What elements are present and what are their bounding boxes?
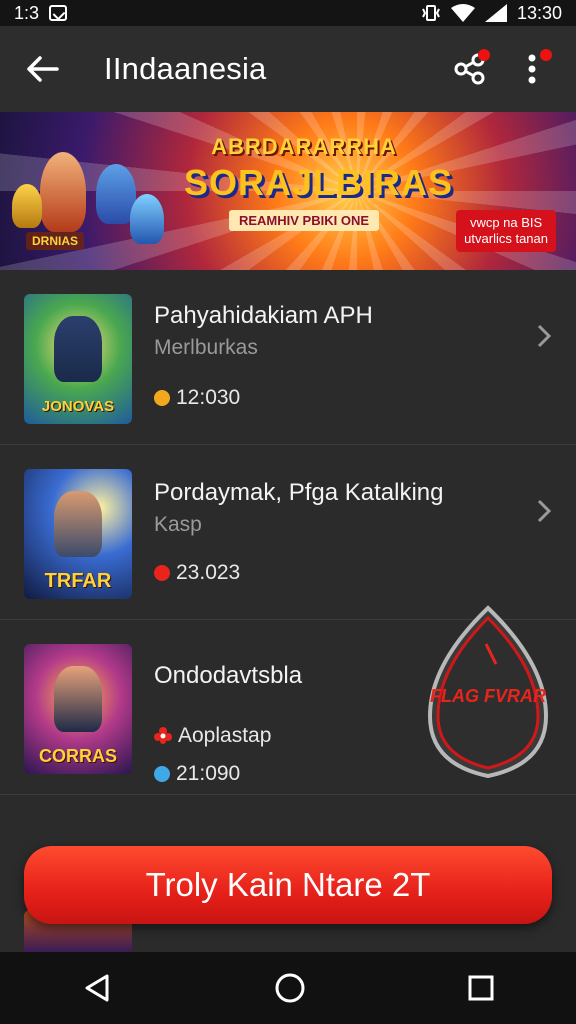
nav-back-icon[interactable]: [81, 972, 113, 1004]
status-bar: 1:3 13:30: [0, 0, 576, 26]
wifi-icon: [450, 4, 475, 22]
more-badge: [540, 49, 552, 61]
app-bar: IIndaanesia: [0, 26, 576, 112]
status-right: 13:30: [421, 3, 562, 24]
back-arrow-icon: [27, 56, 59, 82]
share-badge: [478, 49, 490, 61]
banner-line2: SORAJLBIRAS: [184, 162, 454, 203]
thumbnail-character: [54, 491, 102, 557]
list-item-meta-value: 21:090: [176, 762, 241, 785]
character-figure: [12, 184, 42, 228]
thumbnail-label: CORRAS: [38, 746, 117, 766]
banner-stamp: DRNIAS: [26, 232, 85, 250]
character-figure: [130, 194, 164, 244]
list-item-subtitle: Aoplastap: [178, 724, 272, 747]
system-nav-bar: [0, 952, 576, 1024]
chevron-right-icon: [537, 499, 552, 523]
vibrate-icon: [422, 5, 440, 21]
list-item-title: Pahyahidakiam APH: [154, 302, 373, 329]
banner-tag-line1: vwcp na BIS: [469, 215, 543, 230]
list-item-meta: 23.023: [154, 561, 240, 585]
character-figure: [40, 152, 86, 232]
game-thumbnail: CORRAS: [24, 644, 132, 774]
notification-icon: [49, 5, 68, 21]
status-time-left: 1:3: [14, 2, 40, 23]
list-item[interactable]: JONOVAS Pahyahidakiam APH Merlburkas 12:…: [0, 270, 576, 445]
signal-icon: [484, 4, 507, 22]
list-item-subtitle: Kasp: [154, 513, 202, 536]
thumbnail-label: JONOVAS: [41, 398, 115, 415]
status-dot: [154, 766, 170, 782]
status-dot: [154, 565, 170, 581]
primary-cta-button[interactable]: Troly Kain Ntare 2T: [24, 846, 552, 924]
list-item-meta: 12:030: [154, 386, 240, 410]
list-item-meta-value: 12:030: [176, 386, 241, 409]
share-button[interactable]: [448, 47, 492, 91]
banner-tag-line2: utvarlics tanan: [464, 231, 548, 246]
flower-icon: [154, 727, 172, 744]
floating-shield-button[interactable]: FLAG FVRAR: [426, 604, 550, 780]
cta-area: Troly Kain Ntare 2T: [0, 830, 576, 952]
list-item-meta: 21:090: [154, 762, 240, 786]
list-item-title: Ondodavtsbla: [154, 662, 303, 689]
thumbnail-label: TRFAR: [44, 570, 112, 592]
shield-label: FLAG FVRAR: [430, 686, 546, 706]
status-left: 1:3: [14, 2, 68, 24]
status-dot: [154, 390, 170, 406]
list-item-subtitle-row: Aoplastap: [154, 724, 271, 748]
promo-banner[interactable]: DRNIAS ABRDARARRHA SORAJLBIRAS REAMHIV P…: [0, 112, 576, 270]
nav-home-icon[interactable]: [274, 972, 306, 1004]
list-item-meta-value: 23.023: [176, 561, 241, 584]
more-vert-icon: [528, 54, 536, 84]
back-button[interactable]: [22, 49, 62, 89]
chevron-right-icon: [537, 324, 552, 348]
status-time-right: 13:30: [516, 2, 562, 23]
list-item-subtitle: Merlburkas: [154, 336, 258, 359]
page-title: IIndaanesia: [104, 51, 267, 86]
thumbnail-character: [54, 316, 102, 382]
nav-recents-icon[interactable]: [467, 974, 495, 1002]
banner-tag: vwcp na BIS utvarlics tanan: [456, 210, 556, 252]
thumbnail-character: [54, 666, 102, 732]
list-item-title: Pordaymak, Pfga Katalking: [154, 479, 444, 506]
game-thumbnail: TRFAR: [24, 469, 132, 599]
banner-line1: ABRDARARRHA: [211, 134, 397, 159]
more-options-button[interactable]: [510, 47, 554, 91]
banner-ribbon: REAMHIV PBIKI ONE: [228, 210, 379, 231]
game-thumbnail: JONOVAS: [24, 294, 132, 424]
list-item[interactable]: TRFAR Pordaymak, Pfga Katalking Kasp 23.…: [0, 445, 576, 620]
banner-logo: ABRDARARRHA SORAJLBIRAS REAMHIV PBIKI ON…: [184, 134, 454, 231]
